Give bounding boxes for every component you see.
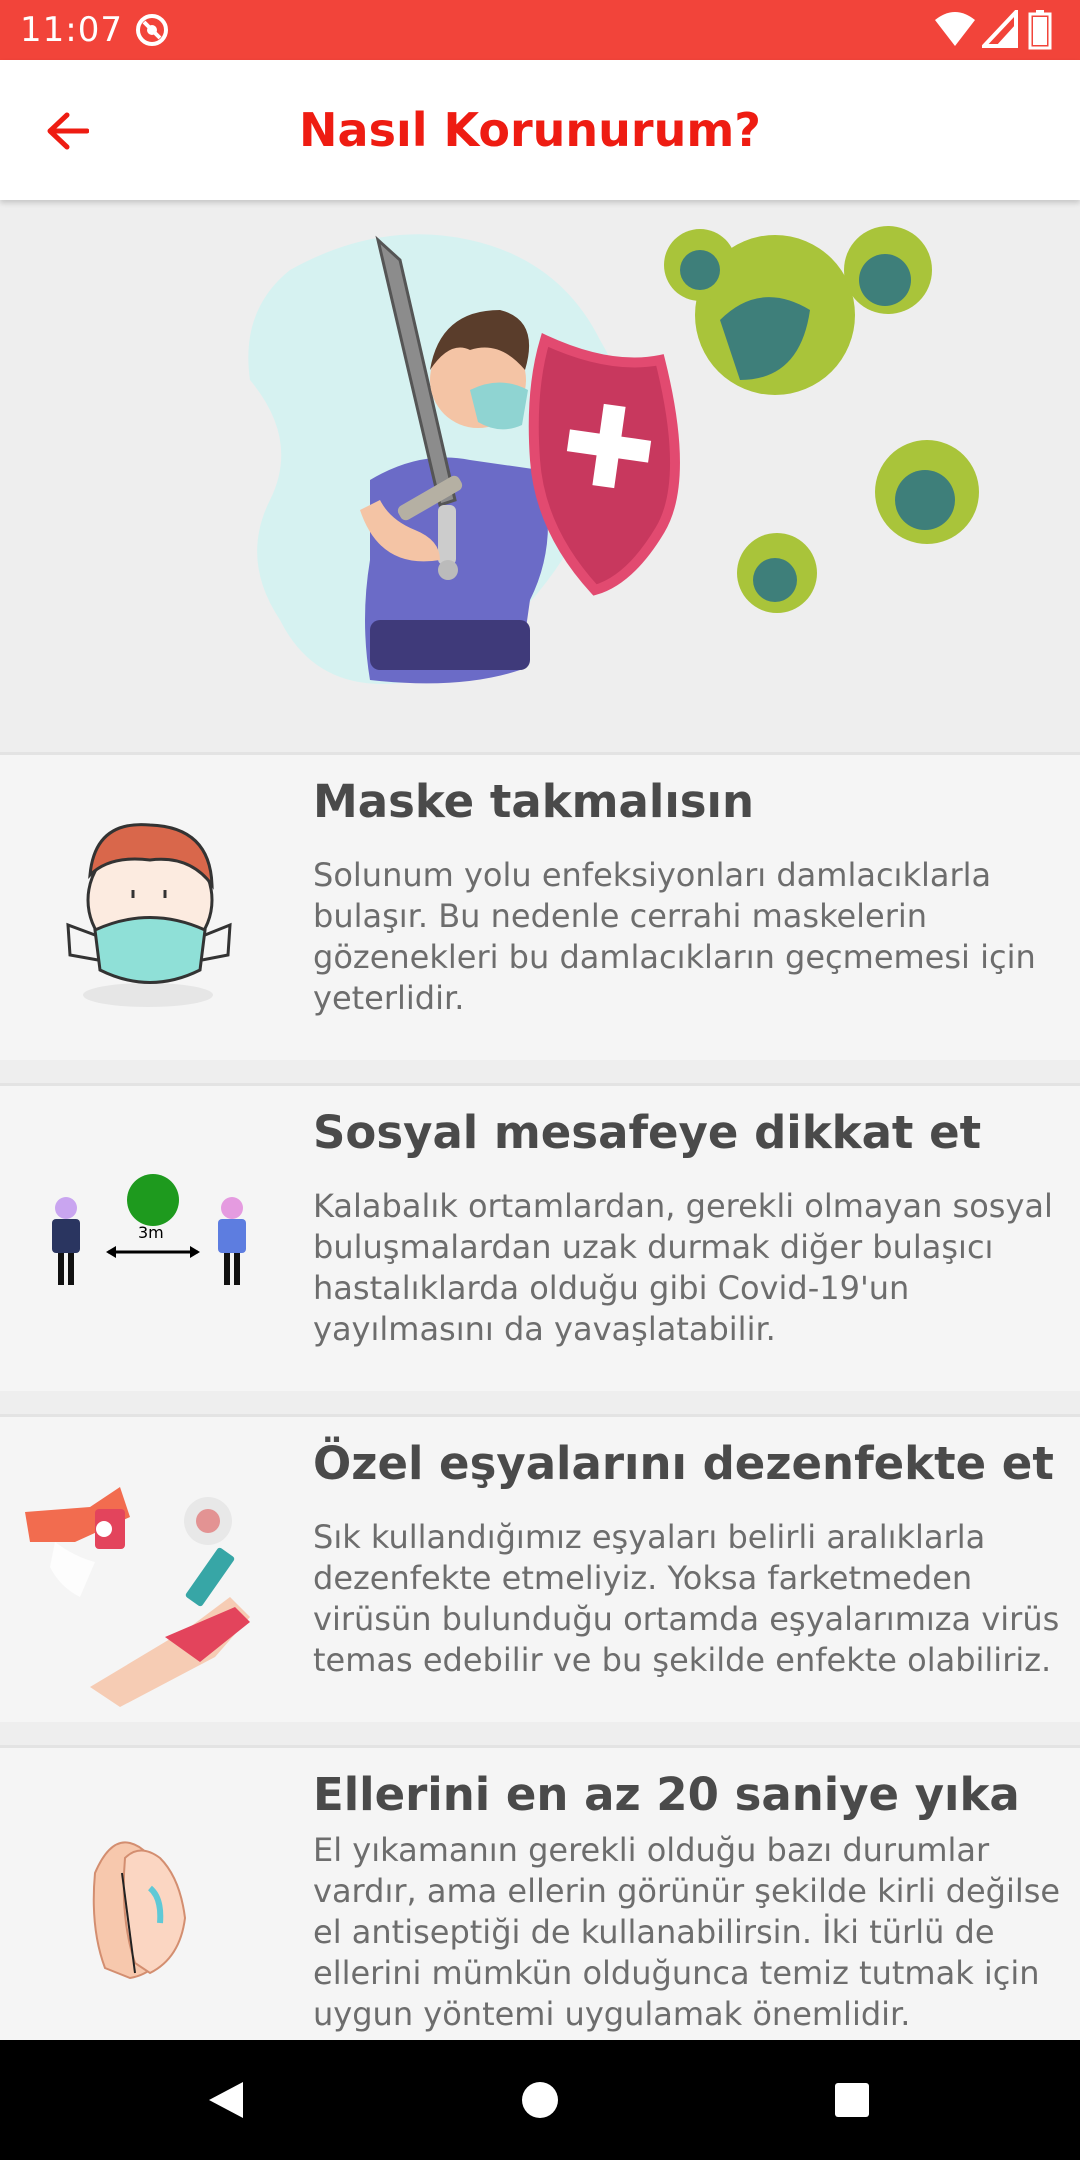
tip-card-distance: 3m Sosyal mesafeye dikkat et Kalabalık o… bbox=[0, 1083, 1080, 1391]
data-saver-icon bbox=[134, 12, 170, 52]
app-bar: Nasıl Korunurum? bbox=[0, 60, 1080, 200]
back-triangle-icon bbox=[209, 2082, 243, 2118]
cellular-signal-icon bbox=[982, 10, 1018, 48]
tip-body: El yıkamanın gerekli olduğu bazı durumla… bbox=[313, 1831, 1061, 2033]
distance-label: 3m bbox=[138, 1223, 164, 1242]
tip-title: Maske takmalısın bbox=[313, 775, 754, 828]
face-mask-illustration bbox=[0, 755, 300, 1060]
tip-card-mask: Maske takmalısın Solunum yolu enfeksiyon… bbox=[0, 752, 1080, 1060]
battery-icon bbox=[1028, 10, 1052, 50]
tip-title: Sosyal mesafeye dikkat et bbox=[313, 1106, 982, 1159]
disinfect-phone-illustration bbox=[0, 1417, 300, 1722]
tip-body: Sık kullandığımız eşyaları belirli aralı… bbox=[313, 1518, 1060, 1679]
status-time: 11:07 bbox=[20, 10, 123, 50]
nav-back-button[interactable] bbox=[195, 2070, 255, 2130]
nav-recents-button[interactable] bbox=[822, 2070, 882, 2130]
nav-home-button[interactable] bbox=[510, 2070, 570, 2130]
home-circle-icon bbox=[522, 2082, 558, 2118]
tip-title: Özel eşyalarını dezenfekte et bbox=[313, 1437, 1054, 1490]
tip-body: Solunum yolu enfeksiyonları damlacıklarl… bbox=[313, 856, 1036, 1017]
wifi-icon bbox=[935, 12, 975, 46]
tip-title: Ellerini en az 20 saniye yıka bbox=[313, 1768, 1020, 1821]
page-title: Nasıl Korunurum? bbox=[299, 103, 761, 157]
tip-card-disinfect: Özel eşyalarını dezenfekte et Sık kullan… bbox=[0, 1414, 1080, 1722]
status-bar: 11:07 bbox=[0, 0, 1080, 60]
tip-card-handwash: Ellerini en az 20 saniye yıka El yıkaman… bbox=[0, 1745, 1080, 2053]
system-nav-bar bbox=[0, 2040, 1080, 2160]
social-distance-illustration: 3m bbox=[0, 1086, 300, 1391]
hero-illustration bbox=[0, 200, 1080, 738]
tip-body: Kalabalık ortamlardan, gerekli olmayan s… bbox=[313, 1187, 1053, 1348]
hand-washing-illustration bbox=[0, 1748, 300, 2053]
recents-square-icon bbox=[835, 2083, 869, 2117]
